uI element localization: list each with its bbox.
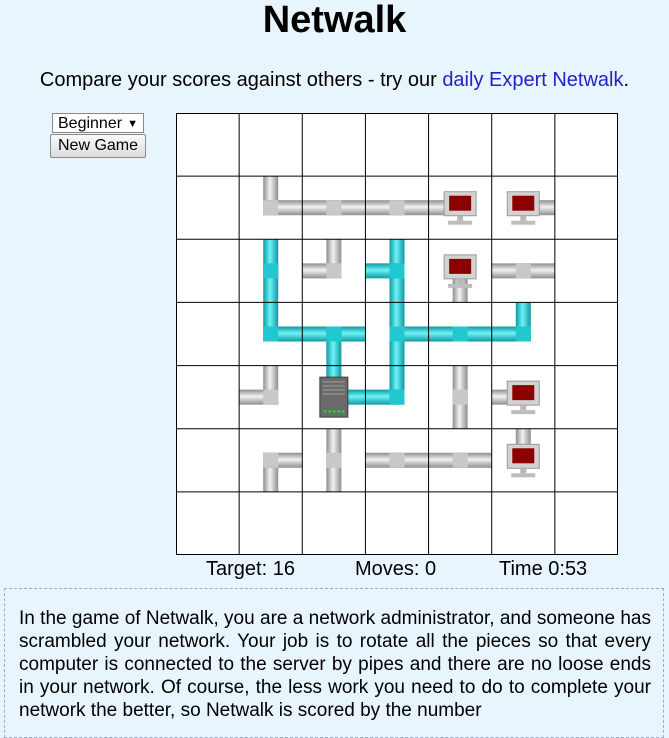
subtitle-prefix: Compare your scores against others - try… — [39, 69, 443, 91]
pipe-joint — [389, 200, 405, 216]
moves-status: Moves: 0 — [355, 558, 437, 580]
subtitle: Compare your scores against others - try… — [0, 68, 669, 92]
game-board — [176, 113, 618, 555]
pipe-joint — [326, 200, 342, 216]
pipe-joint — [452, 326, 468, 342]
subtitle-suffix: . — [623, 69, 630, 91]
chevron-down-icon: ▼ — [127, 118, 138, 130]
pipe-tile[interactable] — [452, 365, 468, 429]
pipe-tile[interactable] — [491, 263, 555, 279]
pipe-joint — [263, 200, 279, 216]
level-select-value: Beginner — [58, 115, 123, 132]
pipe-tile[interactable] — [263, 239, 279, 303]
pipe-tile[interactable] — [326, 428, 342, 492]
pipe-joint — [326, 263, 342, 279]
level-select[interactable]: Beginner ▼ — [52, 113, 144, 133]
pipe-tile[interactable] — [302, 200, 366, 216]
server-icon — [319, 376, 349, 418]
pipe-joint — [389, 452, 405, 468]
pipe-joint — [263, 452, 279, 468]
pipe-tile[interactable] — [365, 200, 429, 216]
pipe-joint — [326, 326, 342, 342]
pipe-joint — [263, 389, 279, 405]
pipe-joint — [515, 326, 531, 342]
pipe-joint — [263, 263, 279, 279]
time-status: Time 0:53 — [499, 558, 588, 580]
pipe-tile[interactable] — [365, 452, 429, 468]
pipe-tile[interactable] — [428, 326, 492, 342]
page-title: Netwalk — [262, 0, 407, 41]
pipe-joint — [389, 263, 405, 279]
pipe-joint — [452, 452, 468, 468]
daily-expert-link[interactable]: daily Expert Netwalk — [442, 69, 623, 91]
pipe-joint — [452, 389, 468, 405]
pipe-joint — [389, 326, 405, 342]
new-game-button[interactable]: New Game — [50, 134, 146, 158]
pipe-joint — [515, 263, 531, 279]
pipe-joint — [326, 452, 342, 468]
pipe-joint — [263, 326, 279, 342]
game-description: In the game of Netwalk, you are a networ… — [4, 588, 664, 738]
target-status: Target: 16 — [206, 558, 295, 580]
pipe-joint — [389, 389, 405, 405]
pipe-tile[interactable] — [428, 452, 492, 468]
